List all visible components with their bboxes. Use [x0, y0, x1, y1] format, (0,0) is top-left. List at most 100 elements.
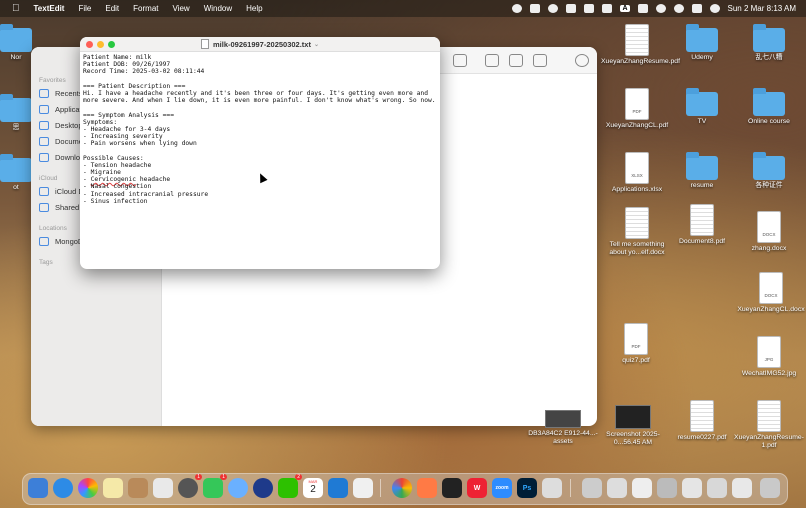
wifi-icon[interactable]: [655, 4, 666, 13]
reader-icon[interactable]: [353, 478, 373, 498]
menu-view[interactable]: View: [173, 4, 190, 13]
text-line: Patient Name: milk: [83, 54, 152, 61]
desktop-item[interactable]: resume: [666, 152, 738, 190]
textedit-icon[interactable]: [542, 478, 562, 498]
photoshop-icon[interactable]: Ps: [517, 478, 537, 498]
sidebar-item-recents[interactable]: Recents: [39, 89, 83, 98]
wps-icon[interactable]: W: [467, 478, 487, 498]
messages-icon[interactable]: 1: [203, 474, 227, 498]
pencil-app-icon[interactable]: [417, 478, 437, 498]
tag-icon[interactable]: [509, 54, 523, 67]
network-app-icon[interactable]: [253, 478, 273, 498]
minimized-window-5[interactable]: [682, 478, 702, 498]
pdf-file-icon: [625, 24, 649, 56]
desktop-item[interactable]: XueyanZhangResume-1.pdf: [733, 400, 805, 450]
photos-icon[interactable]: [78, 478, 98, 498]
desktop-item[interactable]: resume0227.pdf: [666, 400, 738, 442]
close-button[interactable]: [86, 41, 93, 48]
spreadsheet-file-icon: XLSX: [625, 152, 649, 184]
minimized-window-4[interactable]: [657, 478, 677, 498]
battery-icon[interactable]: [637, 4, 648, 13]
finder-icon[interactable]: [28, 478, 48, 498]
text-line: Record Time: 2025-03-02 08:11:44: [83, 68, 205, 76]
input-method-icon[interactable]: A: [620, 5, 630, 12]
view-options-icon[interactable]: [453, 54, 467, 67]
terminal-icon[interactable]: [442, 478, 462, 498]
applications-icon: [39, 105, 49, 114]
desktop-item[interactable]: TV: [666, 88, 738, 126]
window-title: milk-09261997-20250302.txt: [212, 39, 311, 49]
desktop-item-label: XueyanZhangCL.pdf: [605, 122, 669, 129]
notes-icon[interactable]: [103, 478, 123, 498]
desktop-item[interactable]: 乱七八糟: [733, 24, 805, 62]
desktop-item-label: WechatIMG52.jpg: [741, 370, 797, 377]
desktop-item[interactable]: PDF quiz7.pdf: [600, 323, 672, 365]
desktop-item[interactable]: DOCX XueyanZhangCL.docx: [735, 272, 806, 314]
chrome-icon[interactable]: [392, 478, 412, 498]
menu-file[interactable]: File: [78, 4, 91, 13]
zoom-icon[interactable]: zoom: [492, 478, 512, 498]
desktop-item[interactable]: Tell me something about yo...elf.docx: [601, 207, 673, 257]
minimized-window-1[interactable]: [582, 478, 602, 498]
text-line: [83, 147, 437, 154]
desktop-item[interactable]: Online course: [733, 88, 805, 126]
archive-icon[interactable]: [128, 478, 148, 498]
image-file-icon: JPG: [757, 336, 781, 368]
search-icon[interactable]: [575, 54, 589, 67]
system-settings-icon[interactable]: 1: [178, 474, 202, 498]
search-icon[interactable]: [673, 4, 684, 13]
textedit-window: milk-09261997-20250302.txt ⌄ Patient Nam…: [80, 37, 440, 269]
menu-app-name[interactable]: TextEdit: [34, 4, 65, 13]
sidebar-item-shared[interactable]: Shared: [39, 203, 79, 212]
menu-window[interactable]: Window: [204, 4, 232, 13]
launchpad-icon[interactable]: [153, 478, 173, 498]
menu-edit[interactable]: Edit: [105, 4, 119, 13]
desktop-item-label: quiz7.pdf: [622, 357, 650, 364]
chevron-down-icon[interactable]: ⌄: [314, 41, 319, 48]
document-proxy-icon[interactable]: [200, 39, 209, 49]
desktop-item-label: Document8.pdf: [678, 238, 726, 245]
desktop-item[interactable]: Screenshot 2025-0...56.45 AM: [597, 405, 669, 447]
sidebar-item-desktop[interactable]: Desktop: [39, 121, 83, 130]
menu-format[interactable]: Format: [133, 4, 158, 13]
desktop-item[interactable]: PDF XueyanZhangCL.pdf: [601, 88, 673, 130]
desktop-item[interactable]: 各种证件: [733, 152, 805, 190]
vscode-icon[interactable]: [328, 478, 348, 498]
desktop-item[interactable]: XueyanZhangResume.pdf: [601, 24, 680, 66]
desktop-item-label: zhang.docx: [751, 245, 787, 252]
record-status-icon[interactable]: [512, 4, 523, 13]
wechat-icon[interactable]: 2: [278, 474, 302, 498]
control-center-icon[interactable]: [691, 4, 702, 13]
desktop-item[interactable]: XLSX Applications.xlsx: [601, 152, 673, 194]
minimized-window-2[interactable]: [607, 478, 627, 498]
sidebar-item-label: Shared: [55, 203, 80, 212]
desktop-item[interactable]: DB3A84C2 E912-44...-assets: [527, 410, 599, 446]
menu-help[interactable]: Help: [246, 4, 262, 13]
file-type-tag: JPG: [764, 357, 774, 362]
safari-icon[interactable]: [53, 478, 73, 498]
clipboard-icon[interactable]: [602, 4, 613, 13]
app-status-icon[interactable]: [530, 4, 541, 13]
minimize-button[interactable]: [97, 41, 104, 48]
desktop-item[interactable]: DOCX zhang.docx: [733, 211, 805, 253]
desktop-item[interactable]: Udemy: [666, 24, 738, 62]
zoom-button[interactable]: [108, 41, 115, 48]
minimized-window-3[interactable]: [632, 478, 652, 498]
wechat-status-icon[interactable]: [548, 4, 559, 13]
document-text-area[interactable]: Patient Name: milk Patient DOB: 09/26/19…: [80, 52, 440, 207]
minimized-window-7[interactable]: [732, 478, 752, 498]
siri-icon[interactable]: [709, 4, 720, 13]
share-icon[interactable]: [485, 54, 499, 67]
mail-icon[interactable]: [228, 478, 248, 498]
desktop-item[interactable]: JPG WechatIMG52.jpg: [733, 336, 805, 378]
trash-icon[interactable]: [760, 478, 780, 498]
more-actions-icon[interactable]: [533, 54, 547, 67]
apple-menu-icon[interactable]: : [12, 3, 20, 14]
menu-extra-icon[interactable]: [566, 4, 577, 13]
calendar-icon[interactable]: MAR 2: [303, 478, 323, 498]
desktop-item[interactable]: Document8.pdf: [666, 204, 738, 246]
window-title-bar[interactable]: milk-09261997-20250302.txt ⌄: [80, 37, 440, 52]
menu-clock[interactable]: Sun 2 Mar 8:13 AM: [728, 4, 796, 13]
minimized-window-6[interactable]: [707, 478, 727, 498]
control-icon[interactable]: [584, 4, 595, 13]
